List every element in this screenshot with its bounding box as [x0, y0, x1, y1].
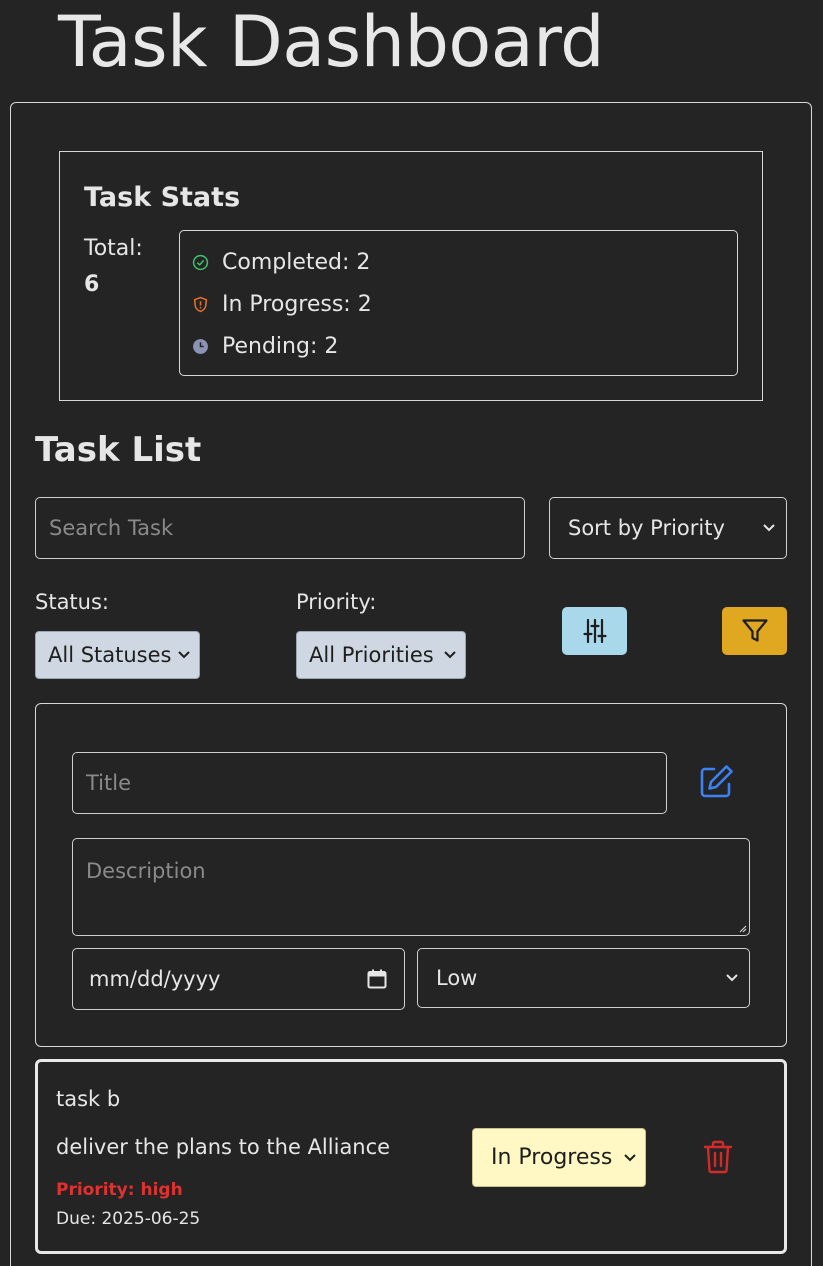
chevron-down-icon	[726, 974, 738, 982]
chevron-down-icon	[624, 1153, 636, 1161]
priority-filter-select[interactable]: All Priorities	[296, 631, 466, 679]
stat-in-progress: In Progress: 2	[192, 292, 372, 317]
priority-select-value: Low	[436, 966, 478, 990]
title-placeholder: Title	[86, 771, 132, 795]
status-filter-select[interactable]: All Statuses	[35, 631, 200, 679]
due-date-input[interactable]: mm/dd/yyyy	[72, 948, 405, 1010]
task-stats-title: Task Stats	[84, 182, 241, 213]
clock-icon	[193, 339, 208, 354]
page-title: Task Dashboard	[58, 1, 605, 83]
title-input[interactable]: Title	[72, 752, 667, 814]
total-label: Total:	[84, 236, 143, 261]
description-placeholder: Description	[86, 859, 206, 883]
due-date-placeholder: mm/dd/yyyy	[89, 967, 221, 991]
add-task-button[interactable]	[694, 760, 738, 804]
description-textarea[interactable]: Description	[72, 838, 750, 936]
status-filter-label: Status:	[35, 590, 109, 614]
chevron-down-icon	[178, 651, 190, 659]
chevron-down-icon	[763, 524, 775, 532]
status-filter-value: All Statuses	[48, 643, 172, 667]
adjust-filters-button[interactable]	[562, 607, 627, 655]
task-title: task b	[56, 1087, 121, 1111]
delete-task-button[interactable]	[700, 1138, 736, 1176]
shield-alert-icon	[193, 296, 208, 313]
trash-icon	[703, 1140, 733, 1174]
task-status-select[interactable]: In Progress	[472, 1128, 646, 1187]
stat-pending: Pending: 2	[192, 334, 338, 359]
priority-filter-label: Priority:	[296, 590, 377, 614]
search-placeholder: Search Task	[49, 516, 174, 540]
funnel-icon	[741, 619, 768, 642]
task-priority: Priority: high	[56, 1180, 183, 1200]
task-due-date: Due: 2025-06-25	[56, 1209, 201, 1229]
search-input[interactable]: Search Task	[35, 497, 525, 559]
priority-filter-value: All Priorities	[309, 643, 434, 667]
stat-completed: Completed: 2	[192, 250, 370, 275]
task-list-title: Task List	[35, 430, 202, 470]
check-circle-icon	[192, 254, 209, 271]
filter-button[interactable]	[722, 607, 787, 655]
total-value: 6	[84, 272, 100, 297]
task-status-value: In Progress	[491, 1145, 613, 1170]
edit-icon	[700, 765, 733, 798]
sort-select[interactable]: Sort by Priority	[549, 497, 787, 559]
stat-in-progress-label: In Progress: 2	[222, 292, 372, 317]
priority-select[interactable]: Low	[417, 948, 750, 1008]
stat-pending-label: Pending: 2	[222, 334, 339, 359]
chevron-down-icon	[444, 651, 456, 659]
calendar-icon[interactable]	[366, 968, 388, 990]
stat-completed-label: Completed: 2	[222, 250, 371, 275]
task-description: deliver the plans to the Alliance	[56, 1135, 391, 1159]
sliders-icon	[582, 618, 607, 644]
sort-value: Sort by Priority	[568, 516, 725, 540]
resize-handle-icon[interactable]	[737, 923, 747, 933]
